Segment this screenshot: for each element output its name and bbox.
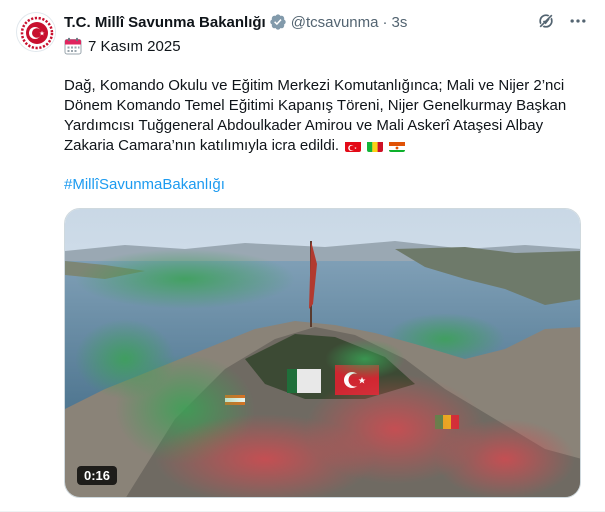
video-player[interactable]: 0:16 bbox=[64, 208, 581, 498]
niger-flag bbox=[389, 140, 406, 152]
turkey-flag bbox=[345, 140, 362, 152]
tweet-card[interactable]: T.C. Millî Savunma Bakanlığı @tcsavunma … bbox=[0, 0, 605, 512]
avatar[interactable] bbox=[16, 12, 56, 52]
verified-badge-icon bbox=[269, 13, 287, 31]
date-text: 7 Kasım 2025 bbox=[88, 37, 181, 55]
msb-emblem-icon bbox=[18, 14, 55, 51]
tweet-timestamp[interactable]: 3s bbox=[391, 14, 407, 31]
author-display-name[interactable]: T.C. Millî Savunma Bakanlığı bbox=[64, 14, 266, 31]
flag-emojis bbox=[345, 140, 406, 152]
date-line: 7 Kasım 2025 bbox=[64, 36, 181, 56]
tweet-actions bbox=[535, 10, 589, 32]
author-handle[interactable]: @tcsavunma bbox=[291, 14, 379, 31]
grok-icon[interactable] bbox=[535, 10, 557, 32]
body-line: Zakaria Camara’nın katılımıyla icra edil… bbox=[64, 137, 340, 154]
mali-flag bbox=[367, 140, 384, 152]
body-line: Yardımcısı Tuğgeneral Abdoulkader Amirou… bbox=[64, 117, 544, 134]
hashtag-link[interactable]: #MillîSavunmaBakanlığı bbox=[64, 176, 225, 193]
body-line: Dağ, Komando Okulu ve Eğitim Merkezi Kom… bbox=[64, 77, 565, 94]
video-thumbnail bbox=[65, 209, 580, 497]
tweet-header: T.C. Millî Savunma Bakanlığı @tcsavunma … bbox=[64, 12, 589, 32]
calendar-icon bbox=[64, 37, 82, 55]
body-line-last: Zakaria Camara’nın katılımıyla icra edil… bbox=[64, 136, 589, 156]
video-duration-badge: 0:16 bbox=[77, 466, 118, 485]
more-icon[interactable] bbox=[567, 10, 589, 32]
body-line: Dönem Komando Temel Eğitimi Kapanış Töre… bbox=[64, 97, 567, 114]
separator-dot: · bbox=[382, 13, 388, 31]
tweet-body: Dağ, Komando Okulu ve Eğitim Merkezi Kom… bbox=[64, 76, 589, 156]
